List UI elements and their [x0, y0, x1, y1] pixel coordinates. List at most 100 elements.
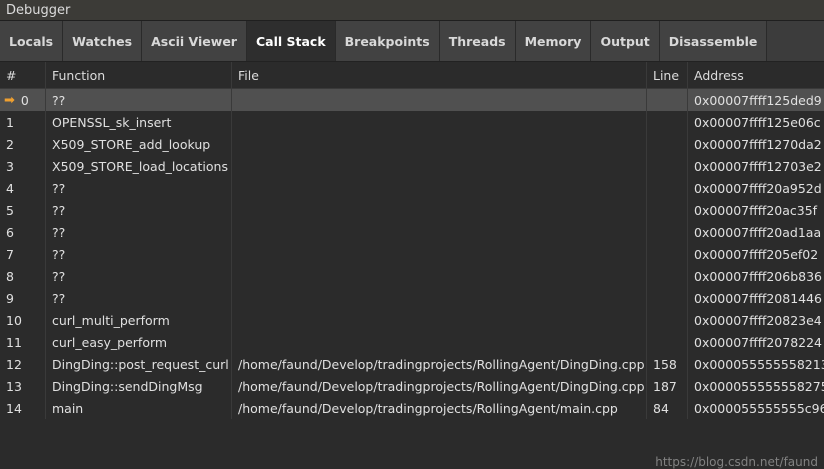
address-cell: 0x00007ffff20ac35f [687, 199, 824, 221]
table-row[interactable]: 6?? 0x00007ffff20ad1aa [0, 221, 824, 243]
column-header-function[interactable]: Function [45, 62, 231, 88]
line-cell [646, 199, 687, 221]
file-cell [231, 221, 646, 243]
address-cell: 0x00007ffff206b836 [687, 265, 824, 287]
frame-number-cell: 13 [6, 378, 22, 394]
column-header-file[interactable]: File [231, 62, 646, 88]
address-cell: 0x00007ffff125ded9 [687, 89, 824, 111]
frame-number-cell: 7 [6, 246, 14, 262]
frame-number-cell: 8 [6, 268, 14, 284]
file-cell [231, 265, 646, 287]
file-cell [231, 199, 646, 221]
frame-number-cell: 14 [6, 400, 22, 416]
address-cell: 0x0000555555582130 [687, 353, 824, 375]
table-row[interactable]: 10 curl_multi_perform 0x00007ffff20823e4 [0, 309, 824, 331]
frame-number-cell: 3 [6, 158, 14, 174]
tab-memory[interactable]: Memory [515, 21, 592, 61]
frame-number-cell: 12 [6, 356, 22, 372]
column-header-address[interactable]: Address [687, 62, 824, 88]
function-cell: curl_easy_perform [45, 331, 231, 353]
function-cell: ?? [45, 177, 231, 199]
address-cell: 0x00007ffff12703e2 [687, 155, 824, 177]
frame-number-cell: 10 [6, 312, 22, 328]
line-cell [646, 155, 687, 177]
frame-number-cell: ➡ 0 [0, 89, 45, 111]
table-header: # Function File Line Address [0, 62, 824, 89]
column-header-num[interactable]: # [0, 62, 45, 88]
function-cell: ?? [45, 221, 231, 243]
function-cell: ?? [45, 89, 231, 111]
file-cell [231, 155, 646, 177]
table-row[interactable]: 12 DingDing::post_request_curl/home/faund… [0, 353, 824, 375]
table-row[interactable]: ➡ 0?? 0x00007ffff125ded9 [0, 89, 824, 111]
line-cell [646, 309, 687, 331]
column-header-line[interactable]: Line [646, 62, 687, 88]
table-row[interactable]: 11 curl_easy_perform 0x00007ffff2078224 [0, 331, 824, 353]
table-row[interactable]: 1 OPENSSL_sk_insert 0x00007ffff125e06c [0, 111, 824, 133]
line-cell: 187 [646, 375, 687, 397]
tab-bar: Locals Watches Ascii Viewer Call Stack Break… [0, 21, 824, 62]
frame-number-cell: 9 [6, 290, 14, 306]
file-cell: /home/faund/Develop/tradingprojects/Roll… [231, 397, 646, 419]
table-row[interactable]: 7?? 0x00007ffff205ef02 [0, 243, 824, 265]
table-body: ➡ 0?? 0x00007ffff125ded9 1 OPENSSL_sk_insert… [0, 89, 824, 419]
file-cell [231, 133, 646, 155]
line-cell [646, 221, 687, 243]
tab-output[interactable]: Output [591, 21, 660, 61]
tab-threads[interactable]: Threads [439, 21, 516, 61]
line-cell: 158 [646, 353, 687, 375]
function-cell: X509_STORE_load_locations [45, 155, 231, 177]
address-cell: 0x00007ffff125e06c [687, 111, 824, 133]
function-cell: DingDing::sendDingMsg [45, 375, 231, 397]
line-cell: 84 [646, 397, 687, 419]
file-cell [231, 331, 646, 353]
address-cell: 0x0000555555582759 [687, 375, 824, 397]
file-cell [231, 177, 646, 199]
file-cell: /home/faund/Develop/tradingprojects/Roll… [231, 375, 646, 397]
file-cell [231, 89, 646, 111]
frame-number: 0 [20, 92, 29, 108]
line-cell [646, 287, 687, 309]
function-cell: curl_multi_perform [45, 309, 231, 331]
table-row[interactable]: 13 DingDing::sendDingMsg/home/faund/Devel… [0, 375, 824, 397]
current-frame-arrow-icon: ➡ [4, 92, 15, 108]
address-cell: 0x00007ffff20823e4 [687, 309, 824, 331]
address-cell: 0x00007ffff2081446 [687, 287, 824, 309]
tab-disassemble[interactable]: Disassemble [659, 21, 768, 61]
line-cell [646, 243, 687, 265]
call-stack-table: # Function File Line Address ➡ 0?? 0x00007… [0, 62, 824, 469]
function-cell: OPENSSL_sk_insert [45, 111, 231, 133]
line-cell [646, 265, 687, 287]
table-row[interactable]: 2 X509_STORE_add_lookup 0x00007ffff1270da2 [0, 133, 824, 155]
line-cell [646, 89, 687, 111]
tab-call-stack[interactable]: Call Stack [246, 21, 336, 61]
tab-breakpoints[interactable]: Breakpoints [335, 21, 440, 61]
line-cell [646, 177, 687, 199]
frame-number-cell: 11 [6, 334, 22, 350]
frame-number-cell: 4 [6, 180, 14, 196]
address-cell: 0x00007ffff20a952d [687, 177, 824, 199]
frame-number-cell: 1 [6, 114, 14, 130]
tab-watches[interactable]: Watches [63, 21, 143, 61]
table-row[interactable]: 4?? 0x00007ffff20a952d [0, 177, 824, 199]
address-cell: 0x00007ffff20ad1aa [687, 221, 824, 243]
function-cell: ?? [45, 243, 231, 265]
address-cell: 0x000055555555c96f [687, 397, 824, 419]
table-row[interactable]: 8?? 0x00007ffff206b836 [0, 265, 824, 287]
line-cell [646, 111, 687, 133]
function-cell: ?? [45, 265, 231, 287]
file-cell [231, 309, 646, 331]
function-cell: X509_STORE_add_lookup [45, 133, 231, 155]
table-row[interactable]: 3 X509_STORE_load_locations 0x00007ffff127… [0, 155, 824, 177]
table-row[interactable]: 14 main/home/faund/Develop/tradingproject… [0, 397, 824, 419]
table-row[interactable]: 9?? 0x00007ffff2081446 [0, 287, 824, 309]
watermark: https://blog.csdn.net/faund [655, 455, 818, 469]
tab-ascii-viewer[interactable]: Ascii Viewer [142, 21, 247, 61]
tab-locals[interactable]: Locals [0, 21, 64, 61]
function-cell: main [45, 397, 231, 419]
file-cell [231, 243, 646, 265]
address-cell: 0x00007ffff2078224 [687, 331, 824, 353]
frame-number-cell: 6 [6, 224, 14, 240]
table-row[interactable]: 5?? 0x00007ffff20ac35f [0, 199, 824, 221]
frame-number-cell: 5 [6, 202, 14, 218]
